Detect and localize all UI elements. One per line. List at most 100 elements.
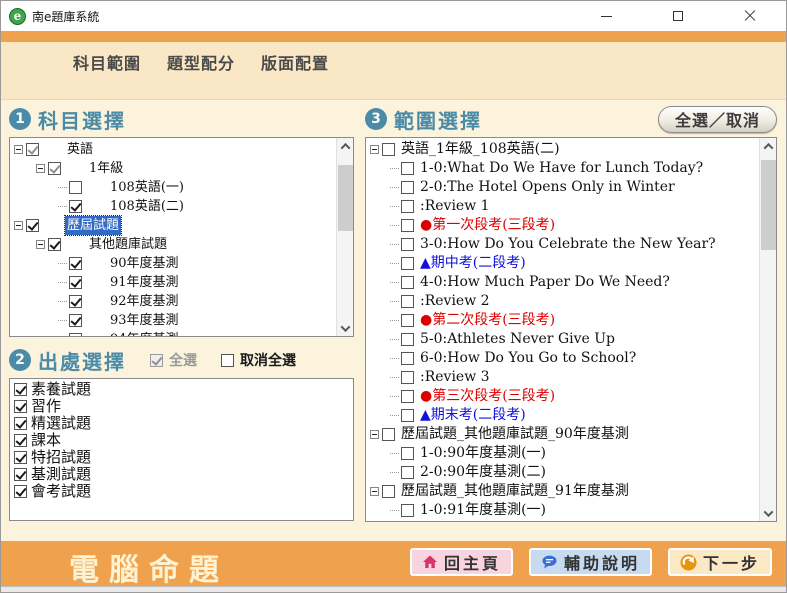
tree-expander-icon[interactable] xyxy=(36,164,45,173)
tree-checkbox[interactable] xyxy=(401,276,414,289)
tree-checkbox[interactable] xyxy=(401,238,414,251)
tree-item-label[interactable]: 4-0:How Much Paper Do We Need? xyxy=(418,273,672,292)
tree-item-label[interactable]: 108英語(一) xyxy=(108,178,186,197)
tree-checkbox[interactable] xyxy=(401,162,414,175)
list-checkbox[interactable] xyxy=(14,451,27,464)
tree-item-label[interactable]: ●第三次段考(三段考) xyxy=(418,387,557,406)
tree-checkbox[interactable] xyxy=(48,238,61,251)
tree-item-label[interactable]: :Review 1 xyxy=(418,197,492,216)
list-checkbox[interactable] xyxy=(14,400,27,413)
list-checkbox[interactable] xyxy=(14,383,27,396)
tree-item-label[interactable]: 其他題庫試題 xyxy=(87,235,169,254)
tree-checkbox[interactable] xyxy=(69,333,82,336)
tree-item-label[interactable]: 歷屆試題_其他題庫試題_91年度基測 xyxy=(399,482,631,501)
scrollbar-thumb[interactable] xyxy=(761,160,776,250)
scrollbar-thumb[interactable] xyxy=(338,165,353,231)
tree-checkbox[interactable] xyxy=(401,333,414,346)
tree-item-label[interactable]: 6-0:How Do You Go to School? xyxy=(418,349,638,368)
list-checkbox[interactable] xyxy=(14,485,27,498)
tree-checkbox[interactable] xyxy=(401,371,414,384)
maximize-button[interactable] xyxy=(642,1,714,31)
tree-checkbox[interactable] xyxy=(401,200,414,213)
tree-item-label[interactable]: ▲期末考(二段考) xyxy=(418,406,528,425)
tree-item-label[interactable]: 英語_1年級_108英語(二) xyxy=(399,140,562,159)
tree-item-label[interactable]: 108英語(二) xyxy=(108,197,186,216)
list-item[interactable]: 基測試題 xyxy=(12,466,353,483)
tree-item-label[interactable]: ●第一次段考(三段考) xyxy=(418,216,557,235)
scroll-down-icon[interactable] xyxy=(337,320,354,336)
tree-checkbox[interactable] xyxy=(69,314,82,327)
tree-checkbox[interactable] xyxy=(69,295,82,308)
tree-checkbox[interactable] xyxy=(401,466,414,479)
select-all-checkbox[interactable]: 全選 xyxy=(150,350,197,370)
list-item[interactable]: 素養試題 xyxy=(12,381,353,398)
list-item[interactable]: 精選試題 xyxy=(12,415,353,432)
tree-item-label[interactable]: 英語 xyxy=(65,140,95,159)
tree-item-label[interactable]: 1-0:90年度基測(一) xyxy=(418,444,548,463)
tree-checkbox[interactable] xyxy=(401,257,414,270)
list-item[interactable]: 會考試題 xyxy=(12,483,353,500)
tree-item-label[interactable]: 3-0:How Do You Celebrate the New Year? xyxy=(418,235,718,254)
minimize-button[interactable] xyxy=(570,1,642,31)
tree-checkbox[interactable] xyxy=(401,181,414,194)
tree-checkbox[interactable] xyxy=(69,181,82,194)
tree-checkbox[interactable] xyxy=(69,276,82,289)
tree-item-label[interactable]: :Review 2 xyxy=(418,292,492,311)
next-step-button[interactable]: 下一步 xyxy=(668,548,772,576)
tree-checkbox[interactable] xyxy=(401,314,414,327)
list-item[interactable]: 課本 xyxy=(12,432,353,449)
tree-item-label[interactable]: 90年度基測 xyxy=(108,254,181,273)
tree-item-label[interactable]: 1年級 xyxy=(87,159,125,178)
tree-expander-icon[interactable] xyxy=(14,145,23,154)
help-button[interactable]: 輔助說明 xyxy=(529,548,652,576)
tree-checkbox[interactable] xyxy=(382,485,395,498)
tree-checkbox[interactable] xyxy=(69,257,82,270)
home-button[interactable]: 回主頁 xyxy=(410,548,513,576)
tree-checkbox[interactable] xyxy=(401,219,414,232)
tree-expander-icon[interactable] xyxy=(14,221,23,230)
list-checkbox[interactable] xyxy=(14,434,27,447)
range-tree-scrollbar[interactable] xyxy=(759,138,776,521)
tree-checkbox[interactable] xyxy=(401,390,414,403)
close-button[interactable] xyxy=(714,1,786,31)
tree-checkbox[interactable] xyxy=(401,352,414,365)
tree-checkbox[interactable] xyxy=(26,143,39,156)
tree-expander-icon[interactable] xyxy=(36,240,45,249)
list-checkbox[interactable] xyxy=(14,417,27,430)
tree-item-label[interactable]: 1-0:91年度基測(一) xyxy=(418,501,548,520)
tree-checkbox[interactable] xyxy=(401,295,414,308)
tree-item-label[interactable]: 1-0:What Do We Have for Lunch Today? xyxy=(418,159,705,178)
tree-expander-icon[interactable] xyxy=(370,487,379,496)
tree-item-label[interactable]: 5-0:Athletes Never Give Up xyxy=(418,330,617,349)
tree-item-label[interactable]: 91年度基測 xyxy=(108,273,181,292)
tree-item-label[interactable]: 歷屆試題_其他題庫試題_90年度基測 xyxy=(399,425,631,444)
subject-tree-scrollbar[interactable] xyxy=(336,138,353,336)
tree-checkbox[interactable] xyxy=(401,504,414,517)
tree-expander-icon[interactable] xyxy=(370,430,379,439)
scroll-up-icon[interactable] xyxy=(337,138,354,154)
scroll-down-icon[interactable] xyxy=(760,505,777,521)
tree-item-label[interactable]: ▲期中考(二段考) xyxy=(418,254,528,273)
tree-checkbox[interactable] xyxy=(48,162,61,175)
deselect-all-checkbox[interactable]: 取消全選 xyxy=(221,350,296,370)
tree-item-label[interactable]: 2-0:The Hotel Opens Only in Winter xyxy=(418,178,677,197)
tree-checkbox[interactable] xyxy=(382,428,395,441)
tree-item-label[interactable]: 94年度基測 xyxy=(108,330,181,336)
tree-item-label[interactable]: ●第二次段考(三段考) xyxy=(418,311,557,330)
tree-checkbox[interactable] xyxy=(69,200,82,213)
list-item[interactable]: 特招試題 xyxy=(12,449,353,466)
tree-checkbox[interactable] xyxy=(26,219,39,232)
list-item[interactable]: 習作 xyxy=(12,398,353,415)
scroll-up-icon[interactable] xyxy=(760,138,777,154)
list-checkbox[interactable] xyxy=(14,468,27,481)
tree-item-label[interactable]: 93年度基測 xyxy=(108,311,181,330)
tree-item-label[interactable]: 歷屆試題 xyxy=(65,216,121,235)
tree-item-label[interactable]: 92年度基測 xyxy=(108,292,181,311)
select-toggle-button[interactable]: 全選／取消 xyxy=(658,106,777,133)
tree-expander-icon[interactable] xyxy=(370,145,379,154)
tree-checkbox[interactable] xyxy=(401,409,414,422)
tree-item-label[interactable]: 2-0:90年度基測(二) xyxy=(418,463,548,482)
tree-checkbox[interactable] xyxy=(382,143,395,156)
tree-item-label[interactable]: :Review 3 xyxy=(418,368,492,387)
tree-checkbox[interactable] xyxy=(401,447,414,460)
